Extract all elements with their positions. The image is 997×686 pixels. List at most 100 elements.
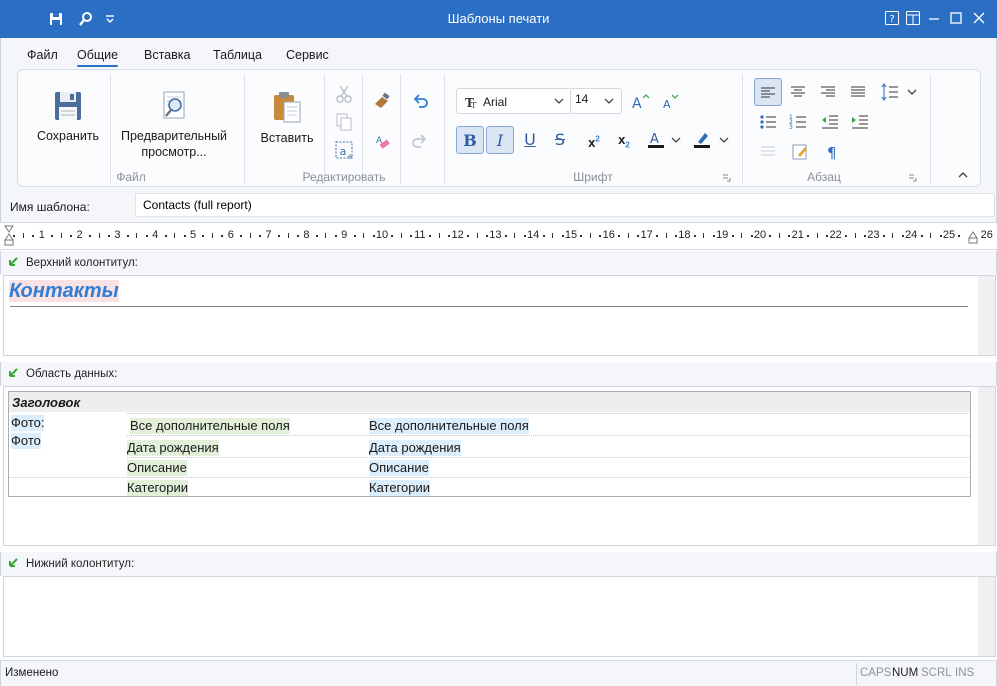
italic-button[interactable]: I (486, 126, 514, 154)
ruler-number: 25 (942, 229, 956, 241)
paragraph-edit-icon[interactable] (790, 142, 810, 162)
redo-icon[interactable] (410, 132, 430, 152)
underline-button[interactable]: U (516, 126, 544, 154)
close-icon[interactable] (971, 10, 987, 26)
font-size-combo[interactable]: 14 (570, 88, 622, 114)
data-scrollbar[interactable] (978, 387, 995, 545)
ruler-dot (278, 235, 281, 237)
tab-file[interactable]: Файл (27, 48, 58, 62)
highlight-icon[interactable] (692, 130, 712, 150)
subscript-button[interactable]: x2 (610, 126, 638, 154)
ruler-dot (448, 235, 451, 237)
ruler-number: 16 (602, 229, 615, 241)
footer-section-body[interactable] (3, 576, 996, 657)
ribbon-area: Сохранить Предварительный просмотр... Фа… (0, 68, 997, 189)
right-indent-marker-icon[interactable] (968, 231, 978, 245)
header-title-text[interactable]: Контакты (9, 280, 119, 302)
header-section-head[interactable]: Верхний колонтитул: (0, 251, 997, 275)
ruler-number: 11 (414, 229, 426, 241)
select-all-icon[interactable]: a + (334, 140, 354, 160)
increase-indent-icon[interactable] (850, 112, 870, 132)
font-size-value: 14 (575, 92, 589, 106)
row-label-categories[interactable]: Категории (127, 480, 188, 496)
expand-arrow-icon[interactable] (6, 367, 20, 381)
tab-table[interactable]: Таблица (213, 48, 262, 62)
align-right-icon[interactable] (818, 82, 838, 102)
dialog-launcher-icon[interactable] (722, 173, 732, 183)
row-value-description[interactable]: Описание (369, 460, 429, 476)
ruler-dot (372, 235, 375, 237)
strikethrough-button[interactable]: S (546, 126, 574, 154)
tab-general[interactable]: Общие (77, 48, 119, 67)
template-name-bar: Имя шаблона: (0, 189, 997, 222)
superscript-button[interactable]: x2 (580, 126, 608, 154)
undo-icon[interactable] (410, 92, 430, 112)
align-justify-icon[interactable] (848, 82, 868, 102)
chevron-down-icon[interactable] (670, 134, 682, 146)
chevron-down-icon[interactable] (906, 86, 918, 98)
ruler-number: 21 (791, 229, 804, 241)
restore-layout-icon[interactable] (905, 10, 921, 26)
grow-font-icon[interactable]: A (630, 92, 650, 112)
data-section-head[interactable]: Область данных: (0, 362, 997, 386)
tab-insert[interactable]: Вставка (144, 48, 190, 62)
footer-section-label: Нижний колонтитул: (26, 558, 135, 570)
preview-button[interactable]: Предварительный просмотр... (116, 90, 232, 160)
row-value-additional-fields[interactable]: Все дополнительные поля (369, 418, 529, 434)
save-button[interactable]: Сохранить (34, 90, 102, 144)
ruler[interactable]: 1 2 3 4 5 6 7 8 9 10 11 12 13 14 15 16 17 18 19 20 21 22 23 24 2… (0, 222, 997, 250)
data-section-body[interactable]: Заголовок Фото: Фото Все дополнительные … (3, 386, 996, 546)
minimize-icon[interactable] (926, 10, 942, 26)
decrease-indent-icon[interactable] (820, 112, 840, 132)
dialog-launcher-icon[interactable] (908, 173, 918, 183)
bullet-list-icon[interactable] (758, 112, 778, 132)
svg-text:T: T (471, 101, 477, 109)
header-scrollbar[interactable] (978, 276, 995, 355)
shrink-font-icon[interactable]: A (660, 92, 680, 112)
data-table[interactable]: Заголовок Фото: Фото Все дополнительные … (8, 391, 971, 497)
font-name-value: Arial (483, 95, 508, 109)
font-color-icon[interactable]: A (646, 130, 666, 150)
row-value-categories[interactable]: Категории (369, 480, 430, 496)
line-spacing-icon[interactable] (880, 82, 900, 102)
bold-button[interactable]: B (456, 126, 484, 154)
ruler-dot (353, 235, 356, 237)
ruler-dot (240, 235, 243, 237)
table-header-text[interactable]: Заголовок (12, 395, 80, 410)
copy-icon[interactable] (334, 112, 354, 132)
photo-label[interactable]: Фото: (11, 415, 45, 431)
svg-text:+: + (347, 152, 354, 160)
pilcrow-icon[interactable]: ¶ (822, 142, 842, 162)
expand-arrow-icon[interactable] (6, 557, 20, 571)
ruler-dot (750, 235, 753, 237)
svg-text:A: A (650, 132, 659, 147)
row-value-birthday[interactable]: Дата рождения (369, 440, 461, 456)
left-indent-marker-icon[interactable] (4, 225, 14, 249)
chevron-down-icon[interactable] (718, 134, 730, 146)
footer-section-head[interactable]: Нижний колонтитул: (0, 552, 997, 576)
row-label-additional-fields[interactable]: Все дополнительные поля (130, 418, 290, 434)
cut-icon[interactable] (334, 84, 354, 104)
footer-scrollbar[interactable] (978, 577, 995, 656)
template-name-input[interactable] (135, 193, 995, 217)
collapse-ribbon-icon[interactable] (956, 168, 970, 182)
align-left-button[interactable] (754, 78, 782, 106)
borders-icon[interactable] (758, 142, 778, 162)
row-label-birthday[interactable]: Дата рождения (127, 440, 219, 456)
maximize-icon[interactable] (948, 10, 964, 26)
expand-arrow-icon[interactable] (6, 256, 20, 270)
paste-button[interactable]: Вставить (254, 90, 320, 146)
font-name-combo[interactable]: TT Arial (456, 88, 572, 114)
header-section-body[interactable]: Контакты (3, 275, 996, 356)
clear-format-icon[interactable]: A (372, 132, 392, 152)
svg-text:a: a (340, 145, 347, 158)
format-painter-icon[interactable] (372, 92, 392, 112)
help-icon[interactable]: ? (884, 10, 900, 26)
tab-service[interactable]: Сервис (286, 48, 329, 62)
ruler-tick (778, 233, 780, 238)
row-label-description[interactable]: Описание (127, 460, 187, 476)
align-center-icon[interactable] (788, 82, 808, 102)
photo-value[interactable]: Фото (11, 433, 41, 449)
numbered-list-icon[interactable]: 123 (788, 112, 808, 132)
superscript-icon: x2 (588, 135, 600, 151)
